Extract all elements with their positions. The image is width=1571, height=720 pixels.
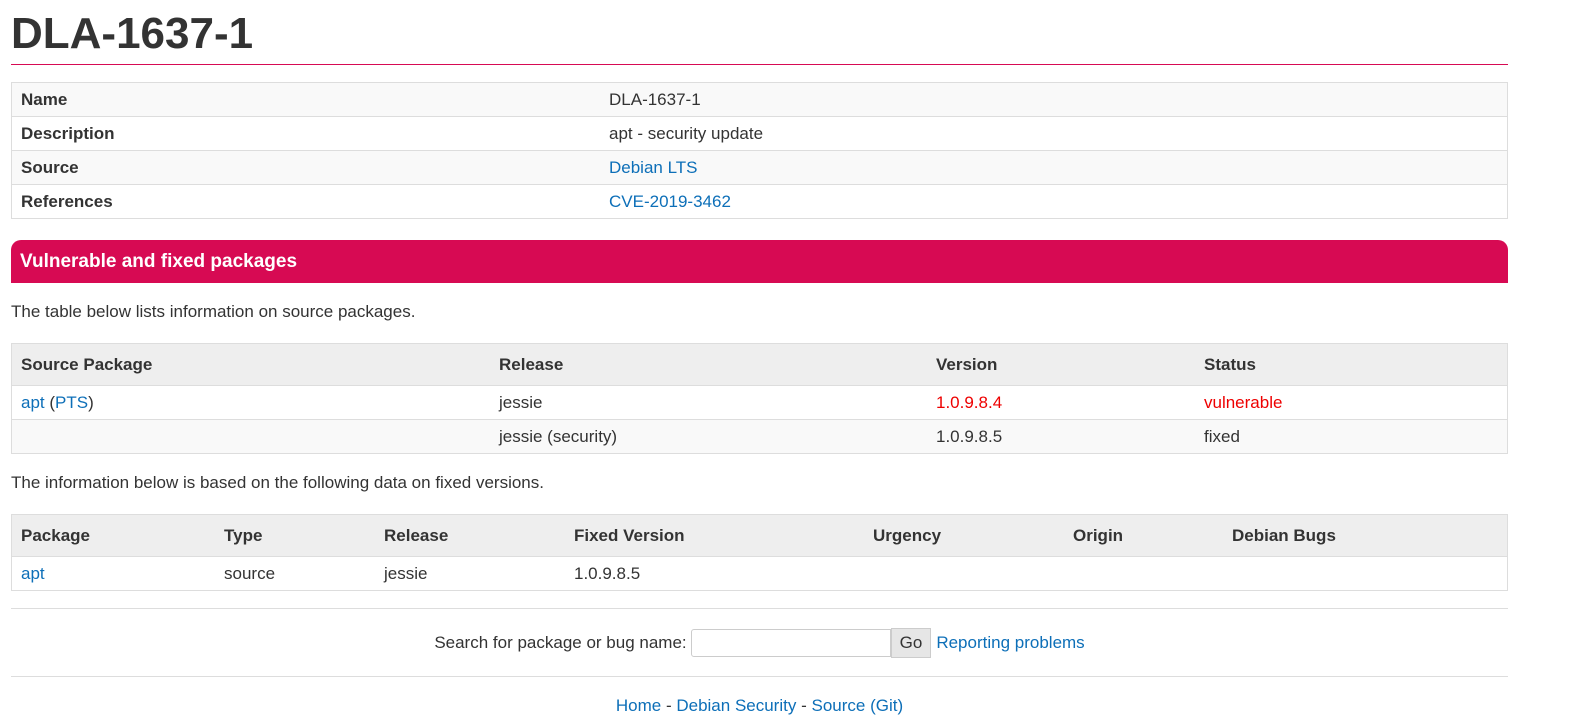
search-input[interactable] (690, 628, 891, 657)
page-title: DLA-1637-1 (11, 9, 254, 58)
name-value: DLA-1637-1 (609, 89, 701, 109)
column-header: Release (499, 354, 564, 374)
fixed-intro-text: The information below is based on the fo… (11, 473, 544, 492)
source-git-link[interactable]: Source (Git) (812, 696, 904, 715)
info-row-name: Name DLA-1637-1 (11, 82, 1508, 117)
references-cell: CVE-2019-3462 (600, 185, 1508, 219)
origin-cell (1064, 557, 1223, 591)
divider (11, 676, 1508, 677)
cve-link[interactable]: CVE-2019-3462 (609, 192, 731, 211)
fixed-versions-table: Package Type Release Fixed Version Urgen… (11, 514, 1508, 591)
search-label: Search for package or bug name: (434, 632, 687, 652)
page: DLA-1637-1 Name DLA-1637-1 Description a… (11, 0, 1508, 716)
package-link[interactable]: apt (21, 393, 45, 412)
table-row: apt source jessie 1.0.9.8.5 (11, 556, 1508, 591)
release-cell: jessie (security) (499, 426, 618, 446)
footer: Home - Debian Security - Source (Git) (11, 696, 1508, 716)
column-header: Version (936, 354, 998, 374)
release-cell: jessie (499, 392, 543, 412)
column-header: Urgency (873, 525, 942, 545)
reporting-problems-link[interactable]: Reporting problems (936, 633, 1084, 653)
table-header-row: Package Type Release Fixed Version Urgen… (11, 514, 1508, 557)
column-header: Origin (1073, 525, 1124, 545)
source-cell: Debian LTS (600, 151, 1508, 185)
package-cell: apt (PTS) (21, 392, 94, 412)
source-packages-table: Source Package Release Version Status ap… (11, 343, 1508, 454)
source-label: Source (21, 157, 79, 177)
section-header: Vulnerable and fixed packages (11, 240, 1508, 283)
table-row: jessie (security) 1.0.9.8.5 fixed (11, 419, 1508, 454)
references-label: References (21, 191, 113, 211)
release-cell: jessie (384, 563, 428, 583)
intro-text: The table below lists information on sou… (11, 302, 416, 321)
column-header: Release (384, 525, 449, 545)
name-label: Name (21, 89, 68, 109)
home-link[interactable]: Home (616, 696, 661, 715)
go-button[interactable]: Go (890, 627, 932, 658)
status-cell: fixed (1204, 426, 1240, 446)
column-header: Fixed Version (574, 525, 685, 545)
info-row-source: Source Debian LTS (11, 150, 1508, 185)
column-header: Debian Bugs (1232, 525, 1336, 545)
version-cell: 1.0.9.8.5 (936, 426, 1003, 446)
footer-separator: - (665, 696, 672, 715)
status-cell: vulnerable (1204, 392, 1283, 412)
bugs-cell (1223, 557, 1508, 591)
info-row-description: Description apt - security update (11, 116, 1508, 151)
table-header-row: Source Package Release Version Status (11, 343, 1508, 386)
pts-link[interactable]: PTS (55, 393, 88, 412)
version-cell: 1.0.9.8.4 (936, 392, 1003, 412)
column-header: Package (21, 525, 90, 545)
fixed-version-cell: 1.0.9.8.5 (574, 563, 641, 583)
advisory-info-table: Name DLA-1637-1 Description apt - securi… (11, 82, 1508, 219)
package-cell (12, 420, 491, 454)
info-row-references: References CVE-2019-3462 (11, 184, 1508, 219)
urgency-cell (864, 557, 1064, 591)
column-header: Status (1204, 354, 1256, 374)
description-label: Description (21, 123, 115, 143)
footer-separator: - (801, 696, 807, 715)
description-value: apt - security update (609, 123, 764, 143)
type-cell: source (224, 563, 276, 583)
package-cell: apt (12, 557, 216, 591)
column-header: Source Package (21, 354, 153, 374)
source-link[interactable]: Debian LTS (609, 158, 698, 177)
title-wrapper: DLA-1637-1 (11, 0, 1508, 65)
search-form: Search for package or bug name: Go Repor… (11, 609, 1508, 676)
table-row: apt (PTS) jessie 1.0.9.8.4 vulnerable (11, 385, 1508, 420)
package-link[interactable]: apt (21, 564, 45, 583)
column-header: Type (224, 525, 263, 545)
debian-security-link[interactable]: Debian Security (676, 696, 796, 715)
